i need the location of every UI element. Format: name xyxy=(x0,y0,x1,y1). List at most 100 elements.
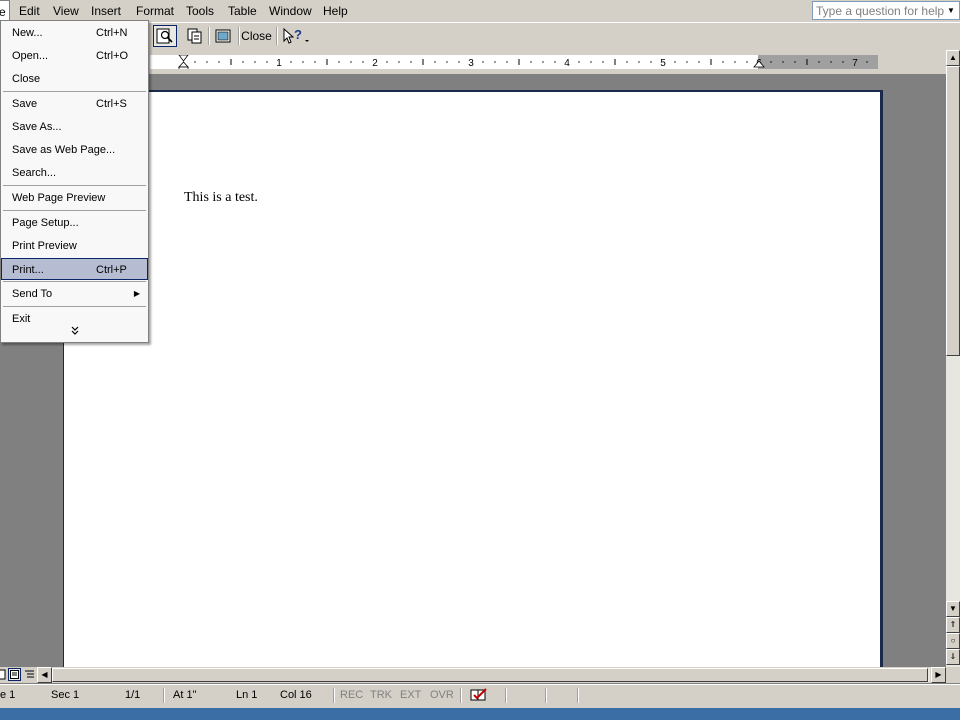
whats-this-button[interactable]: ? xyxy=(279,25,315,47)
menu-item-label: Page Setup... xyxy=(12,217,79,229)
menu-item-save-as[interactable]: Save As... xyxy=(1,116,148,138)
full-screen-button[interactable] xyxy=(212,25,234,47)
expand-menu-chevron-icon[interactable] xyxy=(1,325,148,341)
menu-format[interactable]: Format xyxy=(136,0,174,22)
ruler-tick xyxy=(722,61,724,63)
ask-question-input[interactable] xyxy=(813,2,944,19)
vertical-scrollbar[interactable]: ▲ ▼ ⇑ ○ ⇓ xyxy=(946,50,960,667)
ruler-tick xyxy=(674,61,676,63)
ruler-tick xyxy=(290,61,292,63)
close-preview-button[interactable]: Close xyxy=(240,25,273,47)
ruler-tick xyxy=(770,61,772,63)
status-trk[interactable]: TRK xyxy=(370,689,392,701)
ruler-tick xyxy=(698,61,700,63)
vertical-scroll-thumb[interactable] xyxy=(946,66,960,356)
horizontal-scroll-thumb[interactable] xyxy=(52,668,928,682)
dropdown-arrow-icon[interactable]: ▼ xyxy=(944,3,958,18)
ruler-tick xyxy=(398,61,400,63)
menu-item-label: Close xyxy=(12,73,41,85)
scroll-down-icon[interactable]: ▼ xyxy=(946,601,960,617)
status-ext[interactable]: EXT xyxy=(400,689,421,701)
status-at: At 1" xyxy=(173,689,197,701)
ruler-number: 3 xyxy=(468,58,474,69)
toolbar-separator xyxy=(276,27,278,45)
print-layout-view-icon[interactable] xyxy=(8,668,21,681)
scroll-right-icon[interactable]: ▶ xyxy=(931,667,946,683)
ruler-tick xyxy=(410,61,412,63)
document-text[interactable]: This is a test. xyxy=(184,190,258,206)
select-browse-object-icon[interactable]: ○ xyxy=(946,633,960,649)
menu-item-page-setup[interactable]: Page Setup... xyxy=(1,212,148,234)
ruler-number: 2 xyxy=(372,58,378,69)
menu-item-web-page-preview[interactable]: Web Page Preview xyxy=(1,187,148,209)
svg-text:?: ? xyxy=(294,27,302,42)
menu-separator xyxy=(3,306,146,307)
context-help-icon: ? xyxy=(283,27,309,44)
ruler-number: 7 xyxy=(852,58,858,69)
horizontal-scroll-track[interactable] xyxy=(52,668,930,682)
ruler-tick xyxy=(866,61,868,63)
toolbar-separator xyxy=(208,27,210,45)
menu-view[interactable]: View xyxy=(53,0,79,22)
status-section: Sec 1 xyxy=(51,689,80,701)
ruler-tick xyxy=(314,61,316,63)
close-preview-label: Close xyxy=(241,29,272,43)
menu-item-label: Print... xyxy=(12,264,44,276)
taskbar-strip xyxy=(0,706,960,720)
menu-item-print[interactable]: Print... Ctrl+P xyxy=(1,258,148,280)
ruler-tick xyxy=(434,61,436,63)
status-rec[interactable]: REC xyxy=(340,689,363,701)
outline-view-icon[interactable] xyxy=(23,668,36,681)
left-indent-marker[interactable] xyxy=(178,66,189,69)
menu-item-close[interactable]: Close xyxy=(1,68,148,90)
ruler-number: 1 xyxy=(276,58,282,69)
status-ovr[interactable]: OVR xyxy=(430,689,454,701)
previous-page-icon[interactable]: ⇑ xyxy=(946,617,960,633)
shrink-to-fit-icon xyxy=(187,28,202,44)
scroll-up-icon[interactable]: ▲ xyxy=(946,50,960,66)
status-separator xyxy=(460,688,462,703)
menu-item-save-as-web-page[interactable]: Save as Web Page... xyxy=(1,139,148,161)
menu-edit[interactable]: Edit xyxy=(19,0,40,22)
menu-bar: e Edit View Insert Format Tools Table Wi… xyxy=(0,0,960,22)
menu-separator xyxy=(3,91,146,92)
status-separator xyxy=(545,688,547,703)
ruler-tick xyxy=(542,61,544,63)
ruler-tick xyxy=(446,61,448,63)
horizontal-ruler[interactable]: 1 2 3 4 5 6 7 xyxy=(150,55,878,69)
ruler-number: 4 xyxy=(564,58,570,69)
menu-table[interactable]: Table xyxy=(228,0,257,22)
menu-item-print-preview[interactable]: Print Preview xyxy=(1,235,148,257)
menu-tools[interactable]: Tools xyxy=(186,0,214,22)
ruler-tick xyxy=(638,61,640,63)
document-page[interactable]: This is a test. xyxy=(63,90,883,680)
spelling-book-icon[interactable] xyxy=(469,687,489,706)
scroll-left-icon[interactable]: ◀ xyxy=(37,667,52,683)
ruler-tick xyxy=(590,61,592,63)
menu-help[interactable]: Help xyxy=(323,0,348,22)
normal-view-icon[interactable] xyxy=(0,668,7,681)
magnifier-toggle-button[interactable] xyxy=(153,25,177,47)
status-page-count: 1/1 xyxy=(125,689,141,701)
ask-question-box[interactable]: ▼ xyxy=(812,1,960,20)
menu-insert[interactable]: Insert xyxy=(91,0,121,22)
menu-item-open[interactable]: Open... Ctrl+O xyxy=(1,45,148,67)
menu-item-send-to[interactable]: Send To ▶ xyxy=(1,283,148,305)
status-separator xyxy=(577,688,579,703)
menu-item-save[interactable]: Save Ctrl+S xyxy=(1,93,148,115)
status-page: e 1 xyxy=(0,689,16,701)
menu-separator xyxy=(3,281,146,282)
menu-item-search[interactable]: Search... xyxy=(1,162,148,184)
menu-file[interactable]: e xyxy=(0,0,10,22)
ruler-tick xyxy=(506,61,508,63)
ruler-tick xyxy=(626,61,628,63)
ruler-tick xyxy=(830,61,832,63)
next-page-icon[interactable]: ⇓ xyxy=(946,649,960,665)
menu-window[interactable]: Window xyxy=(269,0,312,22)
status-column: Col 16 xyxy=(280,689,312,701)
magnifier-page-icon xyxy=(156,28,173,44)
ruler-tick xyxy=(218,61,220,63)
menu-item-new[interactable]: New... Ctrl+N xyxy=(1,22,148,44)
ruler-tick xyxy=(734,61,736,63)
shrink-to-fit-button[interactable] xyxy=(183,25,207,47)
